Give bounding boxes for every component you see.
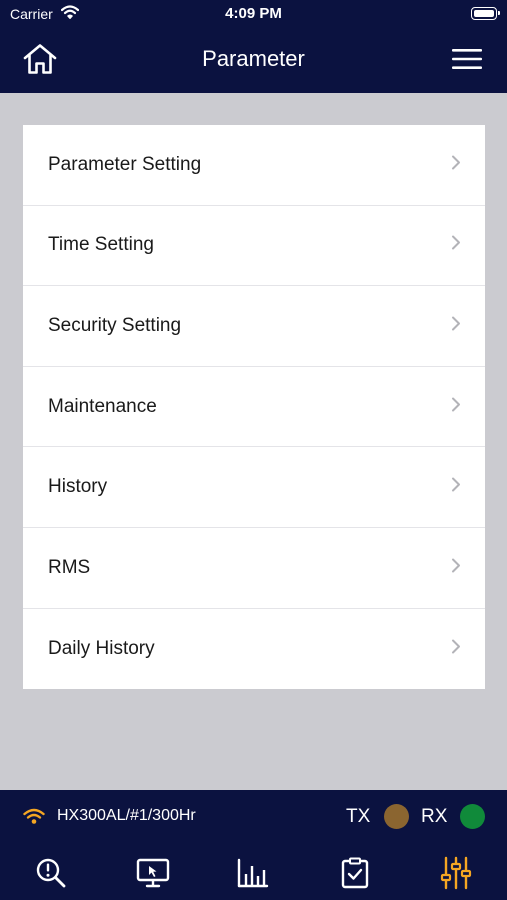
clock: 4:09 PM — [225, 5, 282, 22]
chevron-right-icon — [451, 477, 461, 498]
menu-item-label: History — [48, 476, 108, 498]
chevron-right-icon — [451, 557, 461, 578]
page-title: Parameter — [202, 46, 305, 71]
rx-label: RX — [421, 806, 448, 827]
device-status-bar: HX300AL/#1/300Hr TX RX — [0, 790, 507, 842]
menu-item-maintenance[interactable]: Maintenance — [23, 367, 485, 448]
wifi-signal-icon — [23, 807, 45, 830]
bottom-tab-bar — [0, 842, 507, 900]
sliders-icon[interactable] — [439, 856, 473, 890]
menu-item-history[interactable]: History — [23, 447, 485, 528]
checklist-icon[interactable] — [338, 856, 372, 890]
monitor-icon[interactable] — [136, 856, 170, 890]
menu-item-label: Daily History — [48, 637, 155, 659]
menu-item-label: RMS — [48, 556, 91, 578]
tx-indicator — [384, 804, 409, 829]
menu-item-parameter-setting[interactable]: Parameter Setting — [23, 125, 485, 206]
hamburger-menu-icon[interactable] — [451, 47, 483, 76]
chevron-right-icon — [451, 315, 461, 336]
rx-indicator — [460, 804, 485, 829]
menu-item-time-setting[interactable]: Time Setting — [23, 206, 485, 287]
chevron-right-icon — [451, 235, 461, 256]
bar-chart-icon[interactable] — [236, 856, 270, 890]
chevron-right-icon — [451, 638, 461, 659]
ios-status-bar: Carrier 4:09 PM — [0, 0, 507, 28]
chevron-right-icon — [451, 396, 461, 417]
top-header: Carrier 4:09 PM Parameter — [0, 0, 507, 93]
tx-label: TX — [346, 806, 371, 827]
menu-item-rms[interactable]: RMS — [23, 528, 485, 609]
menu-item-label: Maintenance — [48, 395, 157, 417]
menu-item-label: Security Setting — [48, 314, 182, 336]
settings-menu-list: Parameter Setting Time Setting Security … — [23, 125, 485, 689]
menu-item-daily-history[interactable]: Daily History — [23, 609, 485, 690]
menu-item-security-setting[interactable]: Security Setting — [23, 286, 485, 367]
chevron-right-icon — [451, 154, 461, 175]
menu-item-label: Time Setting — [48, 234, 154, 256]
search-alert-icon[interactable] — [34, 856, 68, 890]
battery-icon — [471, 7, 500, 20]
device-name: HX300AL/#1/300Hr — [57, 807, 196, 824]
menu-item-label: Parameter Setting — [48, 153, 202, 175]
